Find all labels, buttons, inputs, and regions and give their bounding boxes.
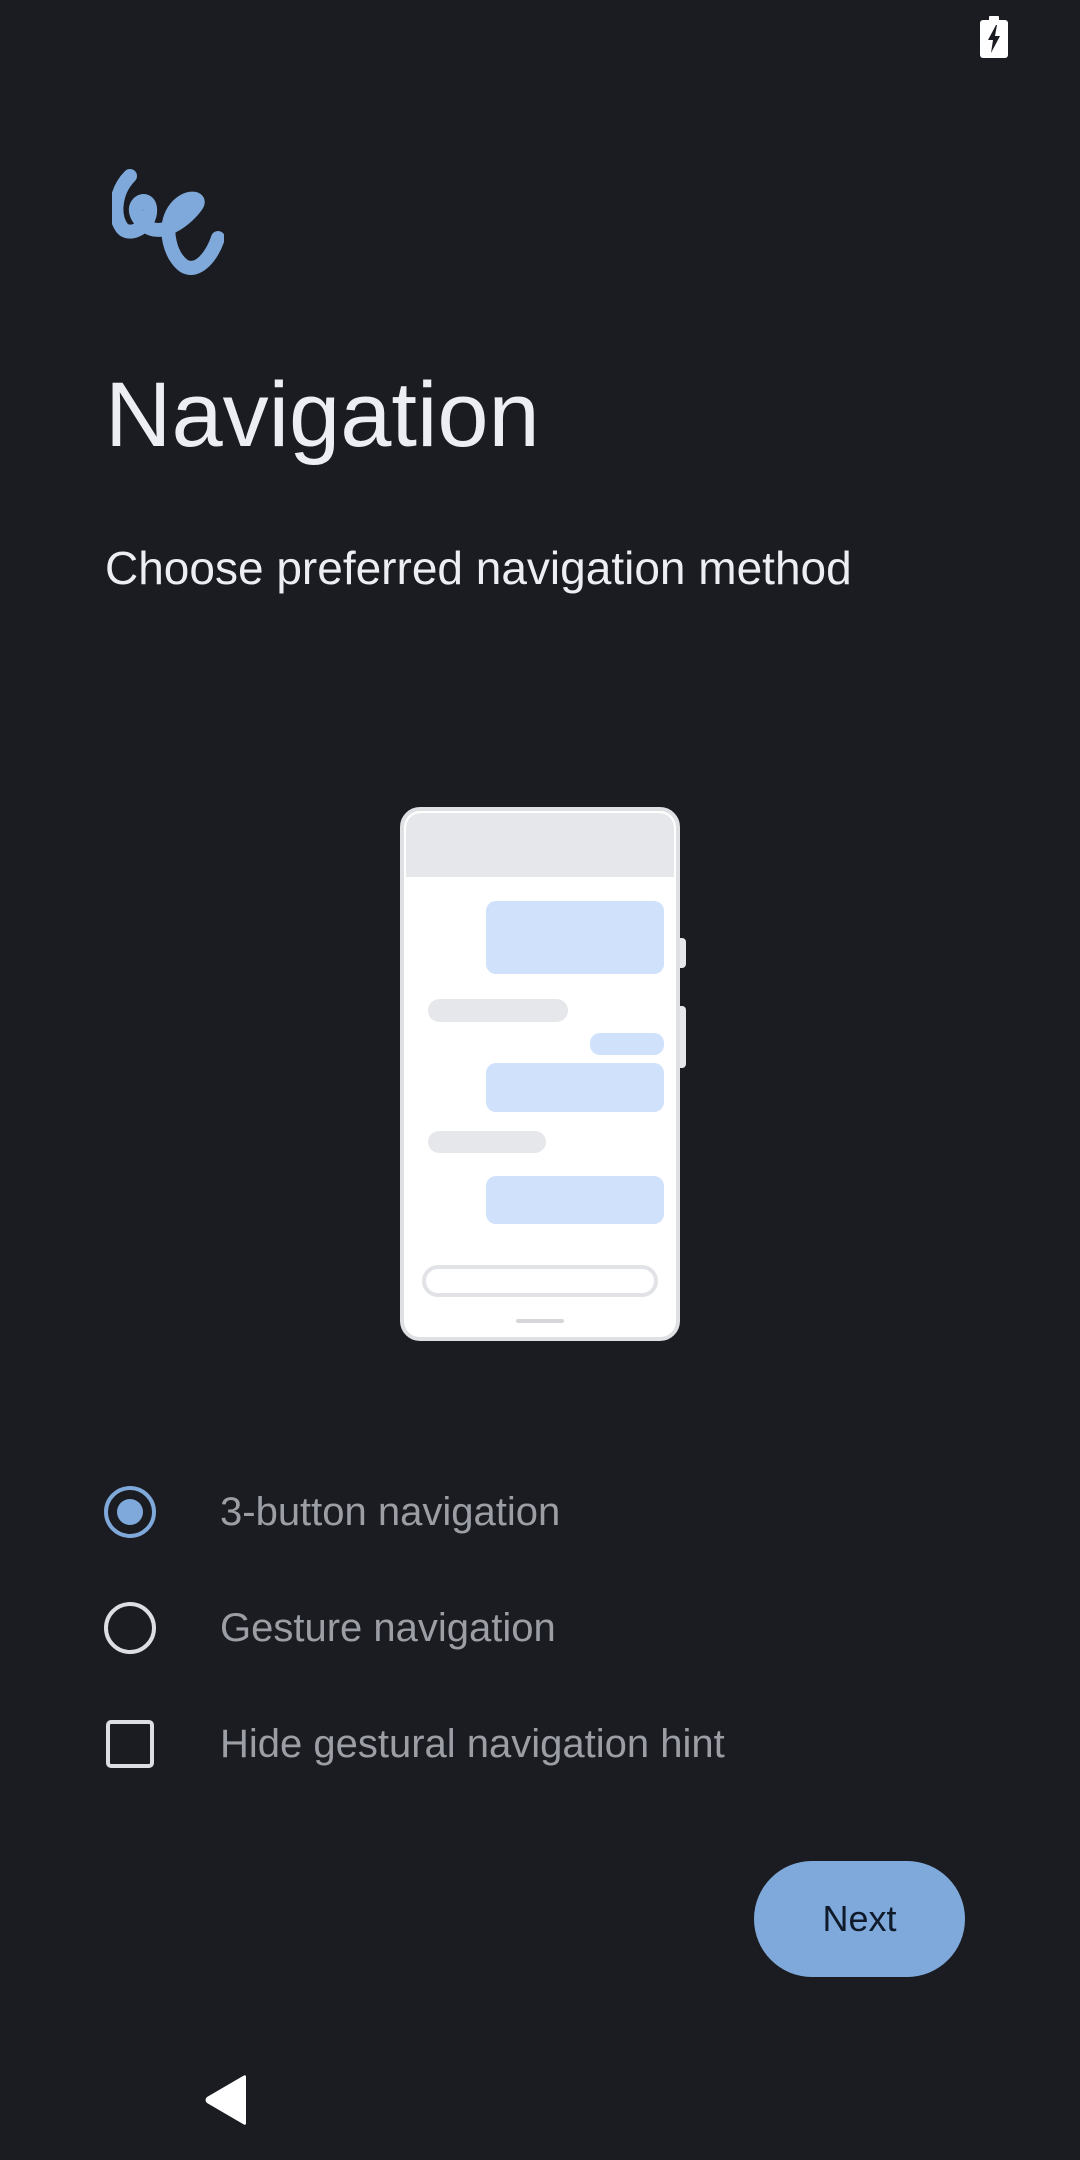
- back-triangle-icon[interactable]: [202, 2074, 252, 2126]
- battery-charging-icon: [980, 16, 1008, 58]
- phone-chat-illustration: [400, 807, 686, 1341]
- page-title: Navigation: [105, 364, 540, 466]
- radio-button-unselected[interactable]: [102, 1600, 158, 1656]
- option-label: Hide gestural navigation hint: [220, 1722, 725, 1766]
- page-subtitle: Choose preferred navigation method: [105, 542, 852, 594]
- option-label: Gesture navigation: [220, 1606, 556, 1650]
- checkbox-unchecked[interactable]: [102, 1716, 158, 1772]
- option-label: 3-button navigation: [220, 1490, 561, 1534]
- option-3-button-navigation[interactable]: 3-button navigation: [100, 1464, 980, 1560]
- radio-button-selected[interactable]: [102, 1484, 158, 1540]
- option-hide-gesture-hint[interactable]: Hide gestural navigation hint: [100, 1696, 980, 1792]
- system-nav-bar: [0, 2040, 1080, 2160]
- next-button[interactable]: Next: [754, 1861, 965, 1977]
- squiggle-logo-icon: [112, 169, 224, 275]
- status-bar: [0, 0, 1080, 72]
- option-gesture-navigation[interactable]: Gesture navigation: [100, 1580, 980, 1676]
